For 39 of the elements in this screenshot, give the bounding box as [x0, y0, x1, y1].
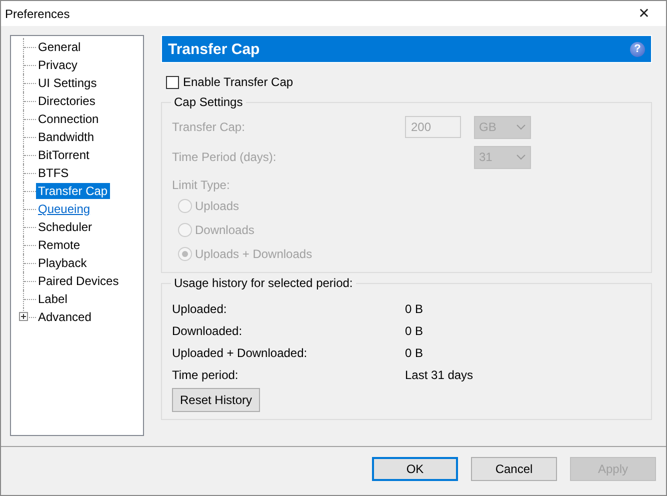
dialog-button[interactable]: OK [372, 457, 458, 481]
tree-item[interactable]: UI Settings [36, 75, 99, 91]
tree-item[interactable]: Bandwidth [36, 129, 96, 145]
tree-item[interactable]: BitTorrent [36, 147, 92, 163]
checkbox[interactable] [166, 76, 179, 88]
stat-label: Uploaded: [172, 302, 228, 316]
tree-item[interactable]: Advanced [36, 309, 94, 325]
chevron-down-icon [516, 154, 526, 160]
group-title: Cap Settings [171, 95, 246, 109]
stat-label: Time period: [172, 368, 240, 382]
tree-item[interactable]: Scheduler [36, 219, 94, 235]
stat-value: 0 B [405, 346, 424, 360]
tree-item[interactable]: Transfer Cap [36, 183, 110, 199]
dialog-button[interactable]: Cancel [471, 457, 557, 481]
group-title: Usage history for selected period: [171, 276, 356, 290]
tree-item[interactable]: Directories [36, 93, 98, 109]
reset-button[interactable]: Reset History [172, 388, 260, 412]
stat-value: 0 B [405, 324, 424, 338]
stat-value: 0 B [405, 302, 424, 316]
tree-item[interactable]: Privacy [36, 57, 80, 73]
stat-label: Uploaded + Downloaded: [172, 346, 308, 360]
tree-item[interactable]: BTFS [36, 165, 71, 181]
section-title: Transfer Cap [168, 40, 260, 58]
tree-item[interactable]: Label [36, 291, 70, 307]
field-label: Time Period (days): [172, 150, 278, 164]
tree-item[interactable]: Paired Devices [36, 273, 121, 289]
tree-item[interactable]: Remote [36, 237, 82, 253]
stat-label: Downloaded: [172, 324, 244, 338]
window-title: Preferences [5, 6, 70, 20]
expand-icon[interactable] [19, 312, 28, 321]
tree-item[interactable]: General [36, 39, 83, 55]
tree-item[interactable]: Queueing [36, 201, 92, 217]
field-label: Limit Type: [172, 178, 231, 194]
chevron-down-icon [516, 124, 526, 130]
stat-value: Last 31 days [405, 368, 474, 382]
field-label: Transfer Cap: [172, 120, 246, 134]
checkbox-label[interactable]: Enable Transfer Cap [183, 75, 294, 89]
tree-item[interactable]: Connection [36, 111, 101, 127]
tree-item[interactable]: Playback [36, 255, 89, 271]
